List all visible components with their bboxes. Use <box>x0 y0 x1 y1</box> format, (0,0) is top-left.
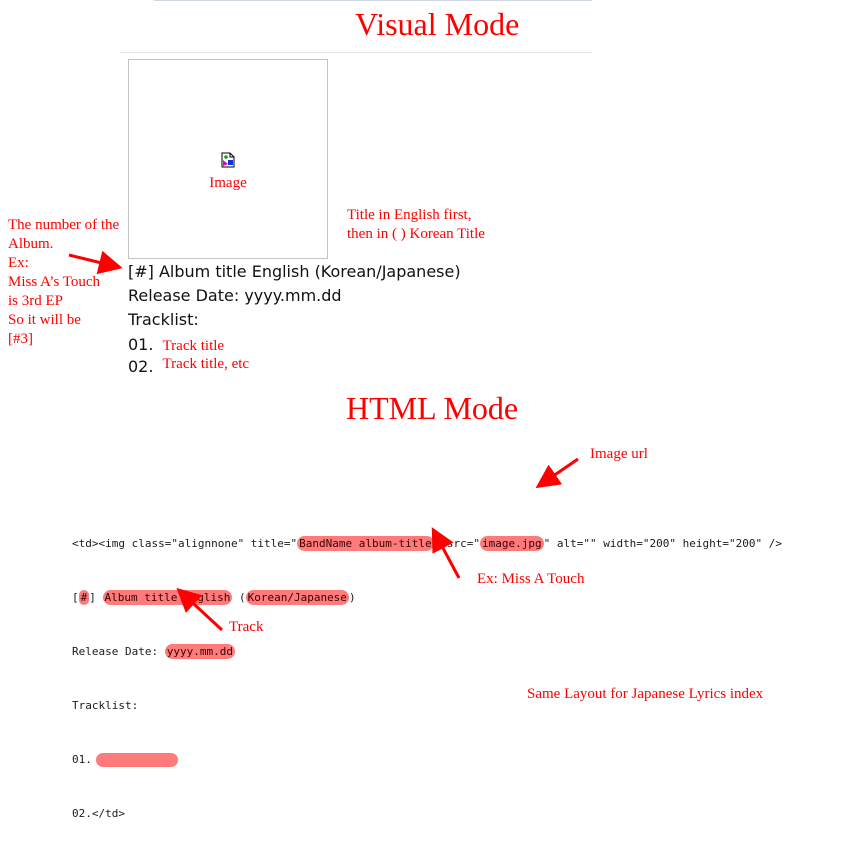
highlight-native-title: Korean/Japanese <box>245 590 349 605</box>
code-line-title: [#] Album title English (Korean/Japanese… <box>72 590 356 605</box>
heading-divider <box>120 52 592 53</box>
highlight-album-number: # <box>78 590 90 605</box>
note-line: Album. <box>8 236 54 252</box>
footer-note: Same Layout for Japanese Lyrics index <box>527 686 764 702</box>
track-number: 02. <box>128 357 154 376</box>
track-title: Track title <box>162 338 225 354</box>
image-label: Image <box>209 175 247 191</box>
highlight-release-date: yyyy.mm.dd <box>164 644 235 659</box>
highlight-track-title <box>95 753 178 767</box>
arrow-to-image-url <box>535 457 579 489</box>
album-title-line: [#] Album title English (Korean/Japanese… <box>128 262 461 281</box>
code-line-release: Release Date: yyyy.mm.dd <box>72 644 235 659</box>
track-row: 02. Track title, etc <box>128 356 250 378</box>
visual-mode-heading: Visual Mode <box>355 6 520 42</box>
title-order-note: Title in English first, then in ( ) Kore… <box>347 206 485 244</box>
highlight-album-title: BandName album-title <box>297 536 434 551</box>
note-line: is 3rd EP <box>8 293 64 309</box>
note-line: The number of the <box>8 217 120 233</box>
note-line: So it will be <box>8 312 81 328</box>
note-line: Miss A’s Touch <box>8 274 101 290</box>
note-line: Ex: <box>8 255 29 271</box>
note-line: [#3] <box>8 331 33 347</box>
release-date-line: Release Date: yyyy.mm.dd <box>128 286 342 305</box>
html-mode-heading: HTML Mode <box>346 390 519 426</box>
top-divider <box>154 0 592 1</box>
track-row: 01. Track title <box>128 335 224 356</box>
note-line: Title in English first, <box>347 207 472 223</box>
album-image-placeholder: Image <box>128 59 328 259</box>
html-code-block: <td><img class="alignnone" title=" BandNa… <box>72 499 782 841</box>
example-note: Ex: Miss A Touch <box>477 571 585 587</box>
album-number-note: The number of the Album. Ex: Miss A’s To… <box>8 216 119 349</box>
code-line-img: <td><img class="alignnone" title=" BandNa… <box>72 536 783 551</box>
code-line-track-1: 01. <box>72 751 782 769</box>
code-line-track-2: 02.</td> <box>72 807 125 820</box>
broken-image-icon <box>221 152 235 168</box>
track-number: 01. <box>128 335 154 354</box>
track-note: Track <box>229 619 264 635</box>
highlight-image-src: image.jpg <box>479 536 544 551</box>
image-url-note: Image url <box>590 446 648 462</box>
tracklist-label: Tracklist: <box>128 310 199 329</box>
highlight-english-title: Album title English <box>102 590 233 605</box>
track-title: Track title, etc <box>162 356 250 372</box>
note-line: then in ( ) Korean Title <box>347 226 485 242</box>
